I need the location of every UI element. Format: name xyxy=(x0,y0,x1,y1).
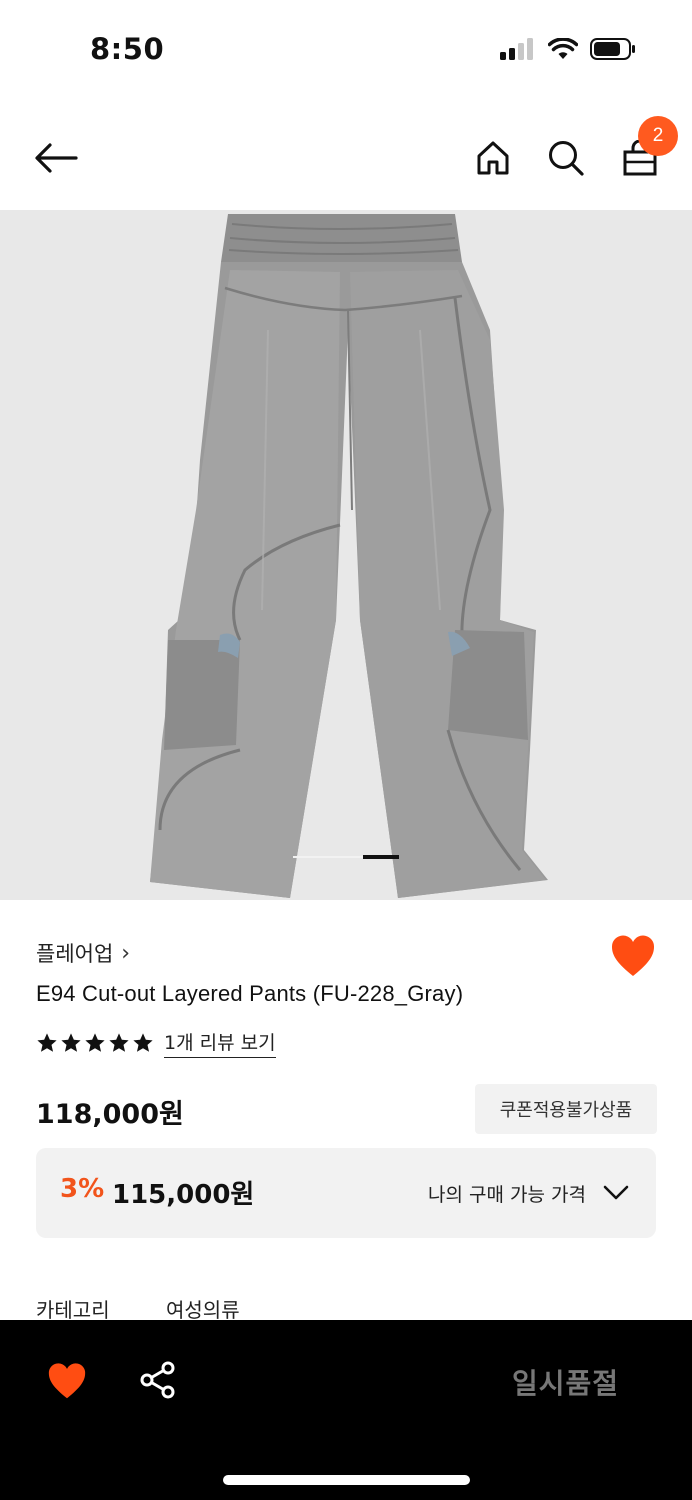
sold-out-button[interactable]: 일시품절 xyxy=(512,1362,619,1402)
share-icon xyxy=(140,1361,175,1399)
brand-name: 플레어업 xyxy=(36,942,114,966)
bottom-action-bar: 일시품절 xyxy=(0,1320,692,1500)
discount-price: 115,000원 xyxy=(112,1180,255,1210)
status-bar: 8:50 xyxy=(0,0,692,100)
original-price: 118,000원 xyxy=(36,1099,184,1130)
my-price-dropdown[interactable]: 3% 115,000원 나의 구매 가능 가격 xyxy=(36,1148,656,1238)
arrow-left-icon xyxy=(35,143,78,173)
carousel-indicator xyxy=(0,855,692,861)
wifi-icon xyxy=(548,38,578,59)
product-title: E94 Cut-out Layered Pants (FU-228_Gray) xyxy=(36,981,464,1006)
star-icon xyxy=(61,1033,81,1052)
category-label: 카테고리 xyxy=(36,1298,110,1322)
cart-count-badge: 2 xyxy=(638,116,678,156)
carousel-dot-2-active[interactable] xyxy=(363,855,399,859)
discount-rate: 3% xyxy=(60,1174,105,1204)
star-icon xyxy=(109,1033,129,1052)
star-icon xyxy=(37,1033,57,1052)
chevron-right-icon: › xyxy=(121,940,131,966)
carousel-dot-1[interactable] xyxy=(293,856,363,858)
my-price-label: 나의 구매 가능 가격 xyxy=(428,1184,586,1206)
status-time: 8:50 xyxy=(90,32,165,66)
battery-icon xyxy=(590,38,635,60)
star-icon xyxy=(85,1033,105,1052)
search-icon xyxy=(549,141,584,176)
product-image-carousel[interactable] xyxy=(0,210,692,900)
home-icon xyxy=(477,141,509,175)
coupon-unavailable-badge: 쿠폰적용불가상품 xyxy=(475,1084,657,1134)
home-indicator[interactable] xyxy=(223,1475,470,1485)
top-nav-bar xyxy=(0,110,692,206)
home-button[interactable] xyxy=(470,134,516,182)
product-photo-gray-pants xyxy=(150,214,548,898)
cellular-signal-icon xyxy=(500,38,533,60)
star-icon xyxy=(133,1033,153,1052)
view-reviews-link[interactable]: 1개 리뷰 보기 xyxy=(164,1028,276,1058)
search-button[interactable] xyxy=(543,134,589,182)
wishlist-button[interactable] xyxy=(610,934,656,978)
rating-stars xyxy=(36,1032,154,1054)
status-icons xyxy=(500,38,636,60)
heart-filled-icon xyxy=(48,1363,86,1399)
category-value: 여성의류 xyxy=(166,1298,240,1322)
rating-row: 1개 리뷰 보기 xyxy=(36,1028,276,1058)
heart-filled-icon xyxy=(611,935,655,976)
back-button[interactable] xyxy=(30,134,82,182)
chevron-down-icon xyxy=(603,1185,629,1200)
brand-link[interactable]: 플레어업 › xyxy=(36,938,130,968)
bottom-wishlist-button[interactable] xyxy=(47,1362,87,1400)
share-button[interactable] xyxy=(138,1360,178,1400)
